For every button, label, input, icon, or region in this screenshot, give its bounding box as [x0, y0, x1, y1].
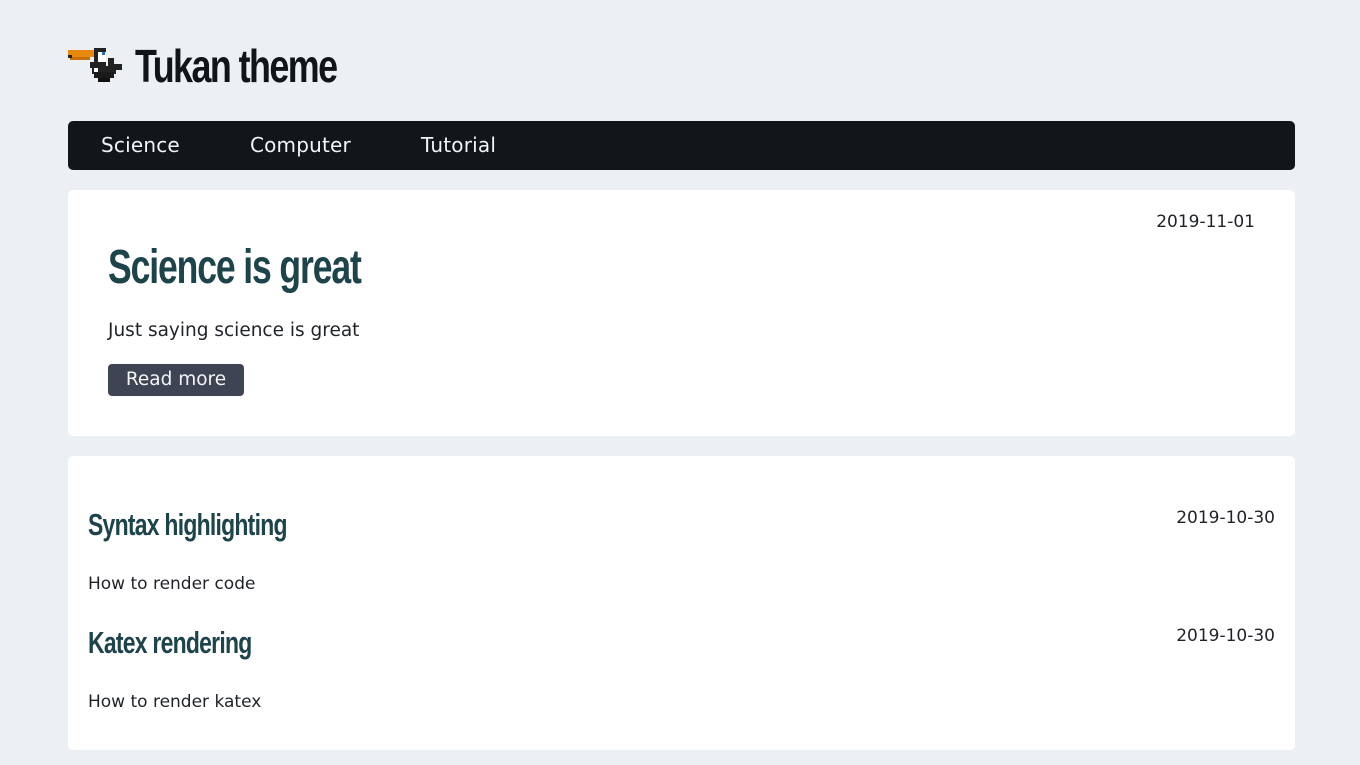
featured-post-summary: Just saying science is great — [108, 320, 360, 341]
post-summary: How to render katex — [88, 692, 262, 712]
main-nav: Science Computer Tutorial — [68, 121, 1295, 170]
featured-post-card: 2019-11-01 Science is great Just saying … — [68, 190, 1295, 436]
post-list-card: Syntax highlighting 2019-10-30 How to re… — [68, 456, 1295, 750]
read-more-button[interactable]: Read more — [108, 364, 244, 396]
post-date: 2019-10-30 — [1176, 508, 1275, 528]
post-title-link[interactable]: Syntax highlighting — [88, 505, 288, 545]
toucan-icon[interactable] — [68, 44, 124, 88]
page: Tukan theme Science Computer Tutorial 20… — [0, 0, 1360, 765]
featured-post-title[interactable]: Science is great — [108, 238, 362, 298]
nav-item-science[interactable]: Science — [101, 121, 180, 170]
post-date: 2019-11-01 — [1156, 212, 1255, 232]
post-summary: How to render code — [88, 574, 256, 594]
post-date: 2019-10-30 — [1176, 626, 1275, 646]
post-title-link[interactable]: Katex rendering — [88, 623, 252, 663]
site-header: Tukan theme — [68, 38, 393, 94]
site-title[interactable]: Tukan theme — [135, 38, 338, 94]
nav-item-tutorial[interactable]: Tutorial — [421, 121, 496, 170]
nav-item-computer[interactable]: Computer — [250, 121, 351, 170]
